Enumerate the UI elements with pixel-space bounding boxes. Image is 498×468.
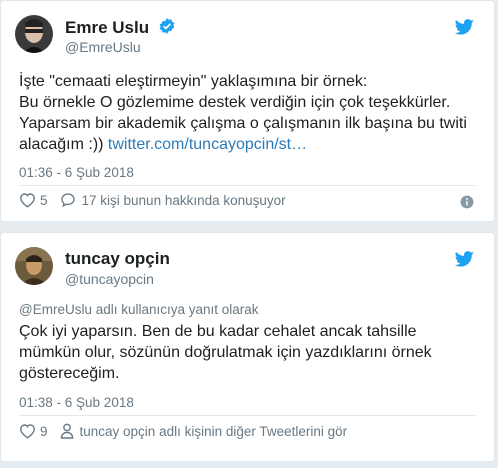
reply-to-label[interactable]: @EmreUslu adlı kullanıcıya yanıt olarak bbox=[19, 302, 259, 317]
avatar[interactable] bbox=[15, 247, 53, 285]
author-handle[interactable]: @EmreUslu bbox=[65, 39, 141, 55]
verified-badge-icon bbox=[158, 17, 176, 40]
tweet-card-emre-uslu: Emre Uslu @EmreUslu İşte "cemaati eleşti… bbox=[0, 0, 495, 222]
like-count[interactable]: 9 bbox=[40, 424, 48, 439]
avatar[interactable] bbox=[15, 15, 53, 53]
person-icon[interactable] bbox=[60, 423, 74, 439]
tweet-timestamp[interactable]: 01:38 - 6 Şub 2018 bbox=[19, 395, 134, 410]
author-name[interactable]: Emre Uslu bbox=[65, 18, 149, 37]
conversation-icon[interactable] bbox=[60, 192, 76, 208]
more-tweets-link[interactable]: tuncay opçin adlı kişinin diğer Tweetler… bbox=[80, 424, 348, 439]
author-handle[interactable]: @tuncayopcin bbox=[65, 271, 154, 287]
info-icon[interactable] bbox=[460, 195, 474, 214]
twitter-bird-icon[interactable] bbox=[454, 19, 474, 40]
tweet-actions: 9 tuncay opçin adlı kişinin diğer Tweetl… bbox=[19, 423, 347, 439]
heart-icon[interactable] bbox=[19, 192, 36, 208]
twitter-bird-icon[interactable] bbox=[454, 251, 474, 272]
divider bbox=[19, 185, 476, 186]
tweet-card-tuncay-opcin: tuncay opçin @tuncayopcin @EmreUslu adlı… bbox=[0, 232, 495, 462]
tweet-actions: 5 17 kişi bunun hakkında konuşuyor bbox=[19, 192, 286, 208]
author-name[interactable]: tuncay opçin bbox=[65, 249, 170, 268]
tweet-text: Çok iyi yaparsın. Ben de bu kadar cehale… bbox=[19, 323, 432, 382]
divider bbox=[19, 415, 476, 416]
tweet-text: İşte "cemaati eleştirmeyin" yaklaşımına … bbox=[19, 73, 467, 153]
tweet-link[interactable]: twitter.com/tuncayopcin/st… bbox=[108, 136, 307, 153]
heart-icon[interactable] bbox=[19, 423, 36, 439]
like-count[interactable]: 5 bbox=[40, 193, 48, 208]
tweet-timestamp[interactable]: 01:36 - 6 Şub 2018 bbox=[19, 165, 134, 180]
conversation-link[interactable]: 17 kişi bunun hakkında konuşuyor bbox=[82, 193, 286, 208]
